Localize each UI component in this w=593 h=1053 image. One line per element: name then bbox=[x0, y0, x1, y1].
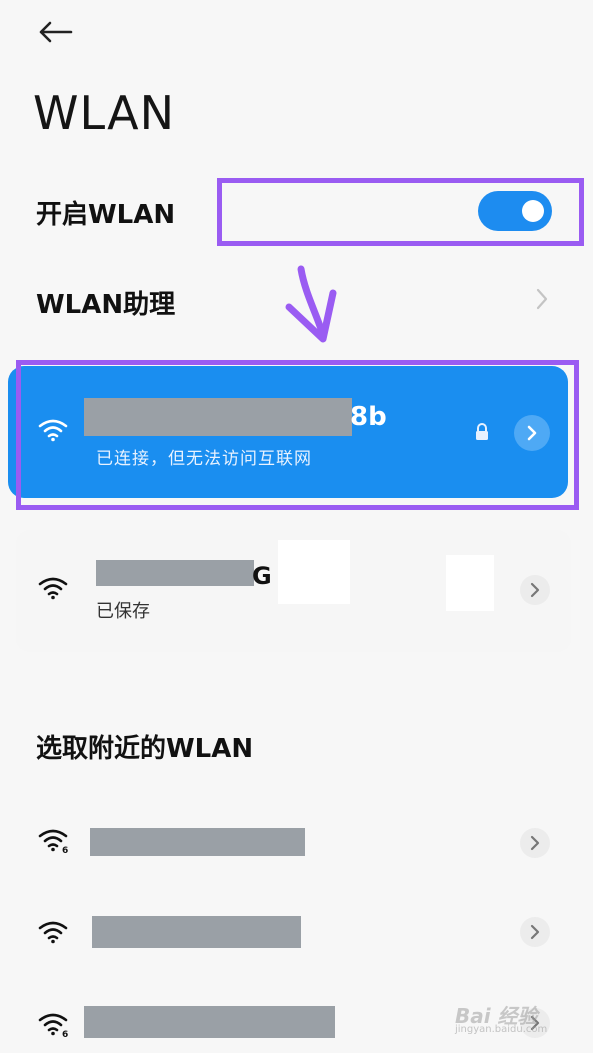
annotation-arrow-icon bbox=[285, 265, 337, 343]
wifi-icon bbox=[38, 577, 68, 600]
wlan-toggle-label: 开启WLAN bbox=[36, 200, 176, 230]
arrow-left-icon bbox=[39, 21, 73, 43]
chevron-right-icon bbox=[530, 835, 540, 851]
chevron-right-icon bbox=[530, 582, 540, 598]
nearby-networks-heading: 选取附近的WLAN bbox=[36, 734, 254, 764]
saved-network-details-button[interactable] bbox=[520, 575, 550, 605]
image-artifact bbox=[278, 540, 350, 604]
annotation-highlight-toggle bbox=[217, 178, 584, 246]
svg-text:6: 6 bbox=[62, 846, 68, 854]
redacted-ssid bbox=[90, 828, 305, 856]
redacted-ssid bbox=[92, 916, 301, 948]
image-artifact bbox=[446, 555, 494, 611]
nearby-network-details-button[interactable] bbox=[520, 828, 550, 858]
back-button[interactable] bbox=[30, 10, 80, 54]
wifi-6-icon: 6 bbox=[38, 1013, 68, 1038]
network-name: G bbox=[252, 562, 272, 590]
nearby-network-details-button[interactable] bbox=[520, 917, 550, 947]
redacted-ssid bbox=[96, 560, 254, 586]
annotation-highlight-network bbox=[16, 360, 579, 510]
chevron-right-icon bbox=[530, 924, 540, 940]
wifi-icon bbox=[38, 921, 68, 944]
page-title: WLAN bbox=[33, 86, 176, 140]
redacted-ssid bbox=[84, 1006, 335, 1038]
chevron-right-icon bbox=[536, 288, 548, 310]
svg-text:6: 6 bbox=[62, 1030, 68, 1038]
wlan-assistant-row[interactable]: WLAN助理 bbox=[36, 284, 175, 321]
watermark-url: jingyan.baidu.com bbox=[455, 1024, 548, 1035]
wifi-6-icon: 6 bbox=[38, 829, 68, 854]
network-status: 已保存 bbox=[96, 601, 150, 622]
